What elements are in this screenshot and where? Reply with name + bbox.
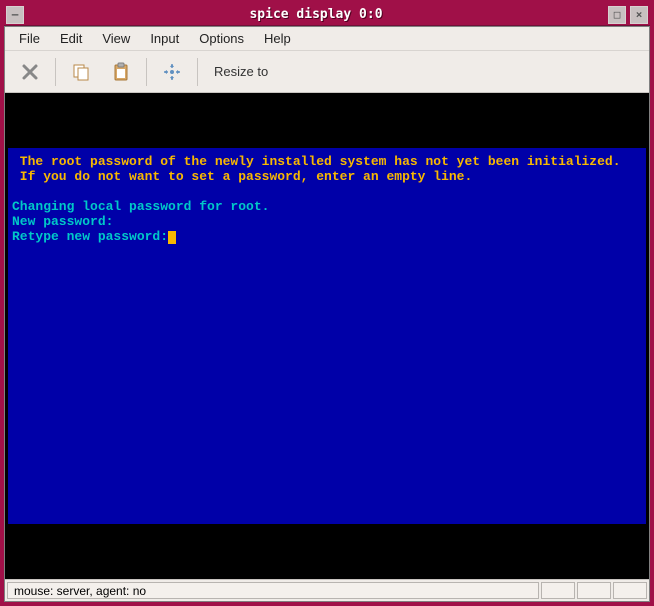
close-button[interactable]: × bbox=[630, 6, 648, 24]
terminal-screen[interactable]: The root password of the newly installed… bbox=[8, 148, 646, 524]
terminal-cursor bbox=[168, 231, 176, 244]
status-text: mouse: server, agent: no bbox=[7, 582, 539, 599]
menu-help[interactable]: Help bbox=[256, 29, 299, 48]
window-menu-button[interactable]: – bbox=[6, 6, 24, 24]
paste-tool-button[interactable] bbox=[102, 54, 140, 90]
status-cell-3 bbox=[577, 582, 611, 599]
close-x-icon bbox=[21, 63, 39, 81]
maximize-button[interactable]: □ bbox=[608, 6, 626, 24]
toolbar-separator bbox=[55, 58, 56, 86]
menubar: File Edit View Input Options Help bbox=[5, 27, 649, 51]
menu-file[interactable]: File bbox=[11, 29, 48, 48]
window-frame: – spice display 0:0 □ × File Edit View I… bbox=[0, 0, 654, 606]
menu-options[interactable]: Options bbox=[191, 29, 252, 48]
titlebar[interactable]: – spice display 0:0 □ × bbox=[4, 4, 650, 26]
resize-label[interactable]: Resize to bbox=[204, 64, 278, 79]
menu-edit[interactable]: Edit bbox=[52, 29, 90, 48]
close-tool-button[interactable] bbox=[11, 54, 49, 90]
terminal-line: Changing local password for root. bbox=[12, 199, 269, 214]
toolbar: Resize to bbox=[5, 51, 649, 93]
fullscreen-icon bbox=[162, 62, 182, 82]
window-title: spice display 0:0 bbox=[26, 7, 606, 22]
copy-icon bbox=[71, 62, 91, 82]
paste-icon bbox=[111, 62, 131, 82]
terminal-prompt: Retype new password: bbox=[12, 229, 168, 244]
copy-tool-button[interactable] bbox=[62, 54, 100, 90]
statusbar: mouse: server, agent: no bbox=[5, 579, 649, 601]
toolbar-separator bbox=[197, 58, 198, 86]
menu-input[interactable]: Input bbox=[142, 29, 187, 48]
status-cell-4 bbox=[613, 582, 647, 599]
black-letterbox-bottom bbox=[8, 524, 646, 576]
menu-view[interactable]: View bbox=[94, 29, 138, 48]
fullscreen-tool-button[interactable] bbox=[153, 54, 191, 90]
toolbar-separator bbox=[146, 58, 147, 86]
terminal-line: New password: bbox=[12, 214, 113, 229]
black-letterbox-top bbox=[8, 96, 646, 148]
status-cell-2 bbox=[541, 582, 575, 599]
display-area: The root password of the newly installed… bbox=[5, 93, 649, 579]
window-body: File Edit View Input Options Help bbox=[4, 26, 650, 602]
terminal-line: The root password of the newly installed… bbox=[12, 154, 621, 169]
terminal-line: If you do not want to set a password, en… bbox=[12, 169, 472, 184]
